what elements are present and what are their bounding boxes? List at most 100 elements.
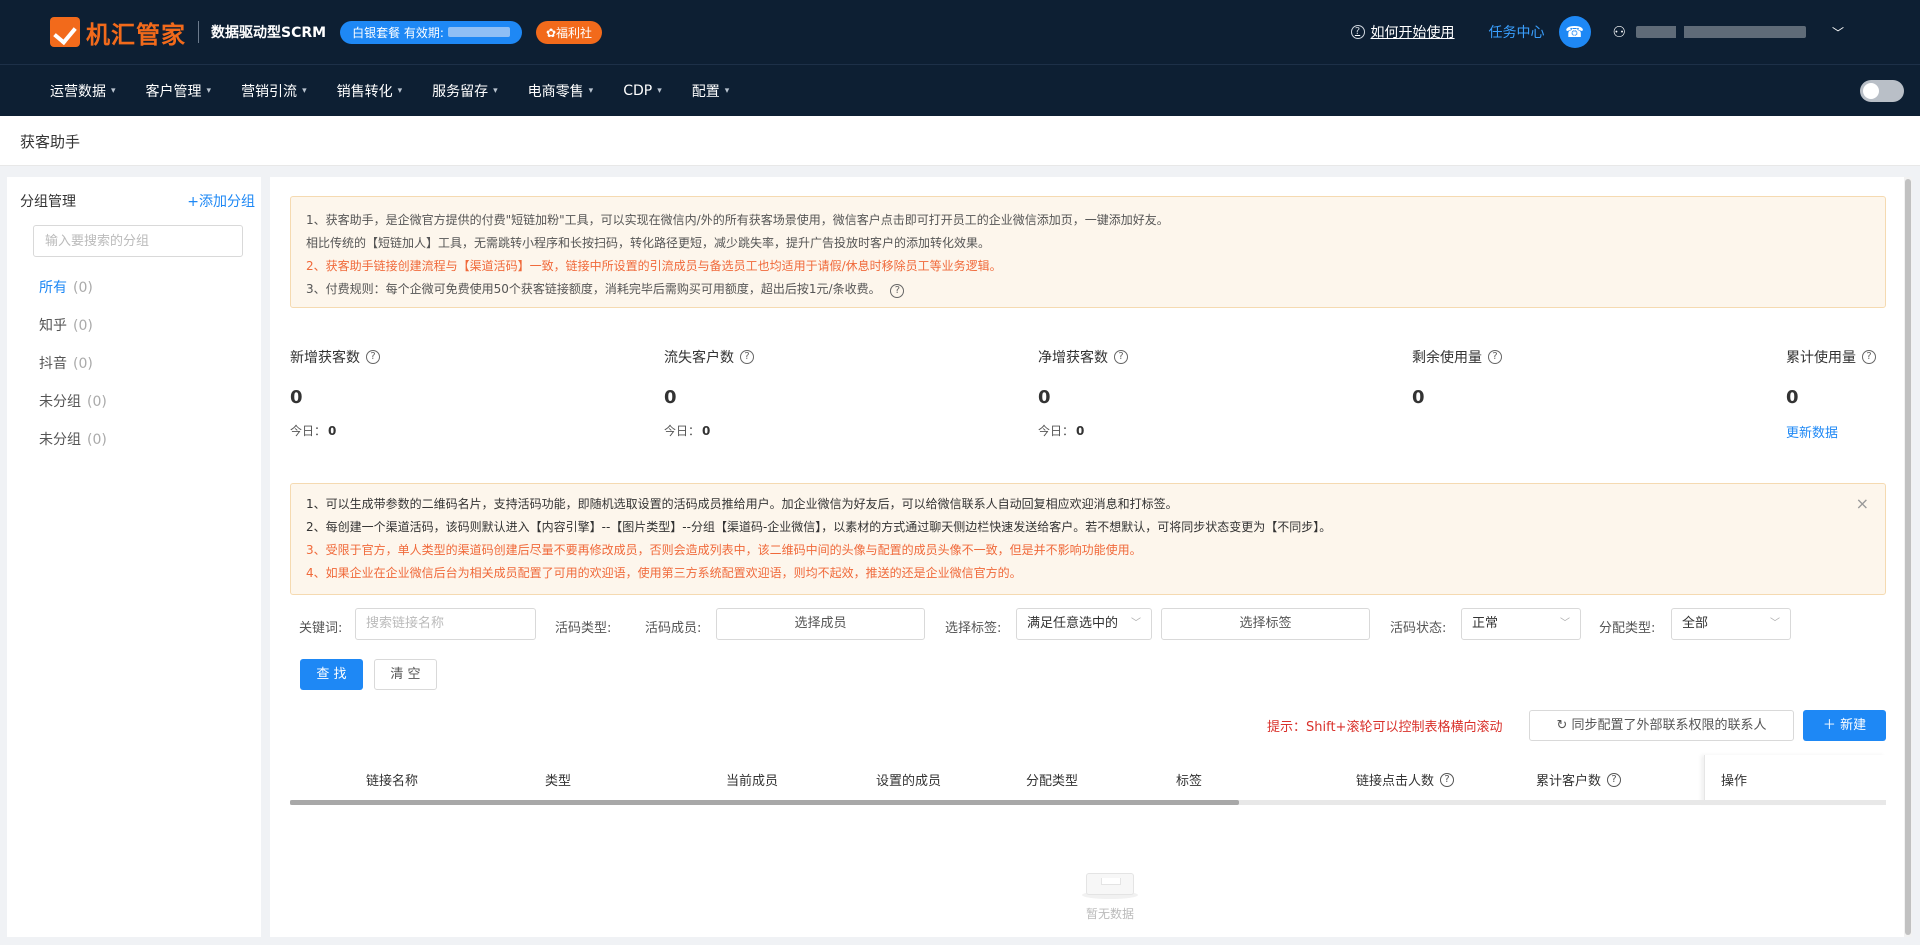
code-status-label: 活码状态:: [1390, 621, 1447, 636]
question-icon[interactable]: ?: [1607, 772, 1622, 787]
table-header: 链接名称 类型 当前成员 设置的成员 分配类型 标签 链接点击人数? 累计客户数…: [290, 755, 1886, 803]
help-link[interactable]: ? 如何开始使用: [1350, 22, 1455, 42]
refresh-icon: ↻: [1556, 718, 1568, 733]
question-icon[interactable]: ?: [1440, 772, 1455, 787]
welfare-badge[interactable]: ✿福利社: [535, 20, 602, 44]
caret-down-icon: ▾: [493, 85, 498, 96]
assign-type-label: 分配类型:: [1599, 621, 1656, 636]
notice-tip-line: 1、可以生成带参数的二维码名片，支持活码功能，即随机选取设置的活码成员推给用户。…: [306, 497, 1178, 511]
operations-column: 操作: [1704, 755, 1886, 803]
nav-label: 电商零售: [527, 83, 584, 100]
group-name: 知乎: [39, 318, 67, 334]
horizontal-scrollbar-thumb[interactable]: [290, 800, 1239, 805]
stat-value: 0: [290, 387, 303, 408]
main-panel: 1、获客助手，是企微官方提供的付费"短链加粉"工具，可以实现在微信内/外的所有获…: [270, 177, 1912, 937]
nav-label: 配置: [691, 83, 720, 100]
product-name: 数据驱动型SCRM: [211, 25, 327, 41]
nav-item-operations[interactable]: 运营数据 ▾: [50, 81, 116, 101]
brand-logo[interactable]: 机汇管家: [50, 15, 186, 50]
select-tag-button[interactable]: 选择标签: [1161, 608, 1370, 640]
horizontal-scrollbar[interactable]: [290, 800, 1886, 805]
question-icon[interactable]: ?: [1114, 350, 1128, 364]
column-header: 类型: [545, 774, 572, 789]
empty-box-icon: [1082, 859, 1138, 899]
intro-tip-line: 1、获客助手，是企微官方提供的付费"短链加粉"工具，可以实现在微信内/外的所有获…: [306, 213, 1169, 227]
chevron-down-icon[interactable]: ﹀: [1832, 24, 1844, 41]
vertical-scrollbar-thumb[interactable]: [1905, 179, 1911, 935]
stat-remaining: 剩余使用量? 0: [1412, 347, 1712, 408]
stat-new: 新增获客数? 0 今日： 0: [290, 347, 590, 439]
group-count: (0): [73, 280, 93, 296]
group-item-douyin[interactable]: 抖音 (0): [39, 353, 107, 391]
plan-badge[interactable]: 白银套餐 有效期:: [340, 20, 522, 44]
column-header: 操作: [1721, 774, 1748, 789]
nav-label: CDP: [623, 82, 653, 99]
intro-tip-line: 3、付费规则：每个企微可免费使用50个获客链接额度，消耗完毕后需购买可用额度，超…: [306, 278, 1870, 301]
notice-tip-line: 4、如果企业在企业微信后台为相关成员配置了可用的欢迎语，使用第三方系统配置欢迎语…: [306, 566, 1022, 580]
stat-value: 0: [1038, 387, 1051, 408]
group-name: 所有: [39, 280, 67, 296]
question-icon[interactable]: ?: [1862, 350, 1876, 364]
group-item-ungrouped[interactable]: 未分组 (0): [39, 391, 107, 429]
stat-today: 今日： 0: [664, 422, 964, 439]
nav-item-ecommerce[interactable]: 电商零售 ▾: [528, 81, 594, 101]
nav-label: 销售转化: [336, 83, 393, 100]
new-button-label: 新建: [1840, 718, 1867, 733]
question-icon[interactable]: ?: [890, 284, 905, 298]
caret-down-icon: ▾: [302, 85, 307, 96]
question-icon[interactable]: ?: [740, 350, 754, 364]
tag-mode-select[interactable]: 满足任意选中的 ﹀: [1016, 608, 1152, 640]
group-item-all[interactable]: 所有 (0): [39, 277, 107, 315]
phone-icon[interactable]: ☎: [1558, 16, 1591, 48]
nav-item-marketing[interactable]: 营销引流 ▾: [241, 81, 307, 101]
plan-label: 白银套餐 有效期:: [352, 25, 444, 40]
stat-today-value: 0: [702, 424, 711, 438]
select-member-button[interactable]: 选择成员: [716, 608, 925, 640]
stat-today-label: 今日：: [664, 424, 701, 438]
nav-label: 服务留存: [432, 83, 489, 100]
column-header: 链接名称: [366, 774, 419, 789]
sync-contacts-button[interactable]: ↻ 同步配置了外部联系权限的联系人: [1529, 710, 1794, 741]
assign-type-select[interactable]: 全部 ﹀: [1671, 608, 1791, 640]
task-center-link[interactable]: 任务中心: [1489, 22, 1545, 42]
group-count: (0): [87, 394, 107, 410]
notice-tip: 1、可以生成带参数的二维码名片，支持活码功能，即随机选取设置的活码成员推给用户。…: [290, 483, 1886, 595]
group-item-ungrouped[interactable]: 未分组 (0): [39, 429, 107, 467]
clear-button[interactable]: 清 空: [374, 659, 437, 690]
nav-item-customers[interactable]: 客户管理 ▾: [146, 81, 212, 101]
column-header-label: 累计客户数: [1536, 774, 1602, 789]
stat-label: 剩余使用量: [1412, 350, 1482, 366]
group-list: 所有 (0) 知乎 (0) 抖音 (0) 未分组 (0) 未分组 (0): [39, 277, 107, 467]
group-sidebar: 分组管理 +添加分组 所有 (0) 知乎 (0) 抖音 (0) 未分组 (0) 未分组 (…: [7, 177, 261, 937]
stat-today-label: 今日：: [1038, 424, 1075, 438]
group-name: 未分组: [39, 432, 81, 448]
user-name-blurred[interactable]: [1635, 26, 1806, 38]
group-count: (0): [73, 318, 93, 334]
stat-today: 今日： 0: [290, 422, 590, 439]
column-header: 设置的成员: [876, 774, 942, 789]
intro-tip-line: 2、获客助手链接创建流程与【渠道活码】一致，链接中所设置的引流成员与备选员工也均…: [306, 259, 1002, 273]
vertical-scrollbar[interactable]: [1904, 177, 1912, 937]
nav-item-cdp[interactable]: CDP ▾: [623, 83, 662, 99]
theme-toggle[interactable]: [1860, 80, 1904, 102]
add-group-button[interactable]: +添加分组: [187, 191, 255, 211]
keyword-input[interactable]: 搜索链接名称: [355, 608, 536, 640]
nav-item-sales[interactable]: 销售转化 ▾: [337, 81, 403, 101]
brand-logo-icon: [50, 17, 80, 47]
tag-label: 选择标签:: [945, 621, 1002, 636]
close-icon[interactable]: ×: [1856, 492, 1869, 515]
nav-item-config[interactable]: 配置 ▾: [692, 81, 730, 101]
stat-label: 净增获客数: [1038, 350, 1108, 366]
code-status-select[interactable]: 正常 ﹀: [1461, 608, 1581, 640]
nav-item-service[interactable]: 服务留存 ▾: [432, 81, 498, 101]
group-search-input[interactable]: [33, 225, 243, 257]
question-icon[interactable]: ?: [366, 350, 380, 364]
new-button[interactable]: ＋ 新建: [1803, 710, 1886, 741]
update-data-link[interactable]: 更新数据: [1786, 422, 1886, 441]
search-button[interactable]: 查 找: [300, 659, 363, 690]
question-icon[interactable]: ?: [1488, 350, 1502, 364]
stat-label: 新增获客数: [290, 350, 360, 366]
notice-tip-line: 3、受限于官方，单人类型的渠道码创建后尽量不要再修改成员，否则会造成列表中，该二…: [306, 543, 1142, 557]
user-icon: ⚇: [1612, 23, 1626, 41]
group-item-zhihu[interactable]: 知乎 (0): [39, 315, 107, 353]
